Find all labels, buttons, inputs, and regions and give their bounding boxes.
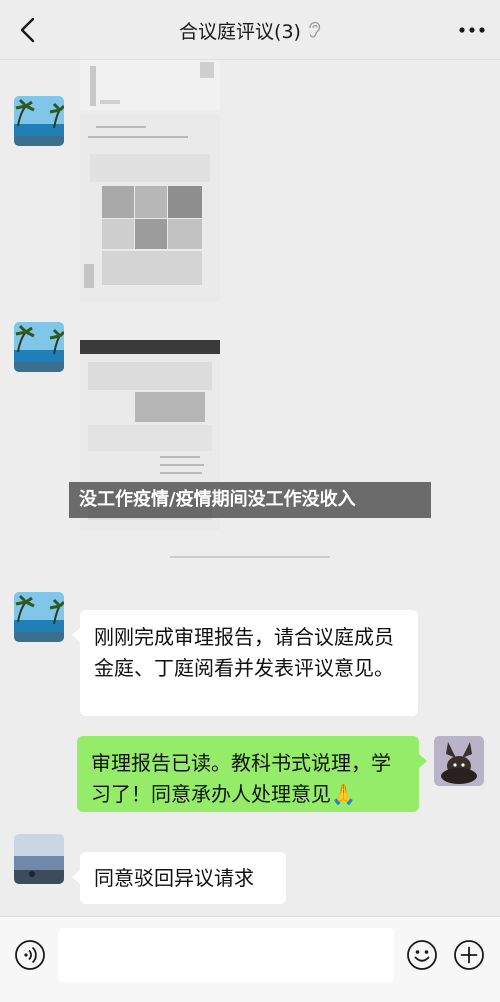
- ellipsis-icon: [459, 27, 485, 33]
- more-actions-button[interactable]: [453, 939, 485, 971]
- more-button[interactable]: [458, 22, 486, 38]
- beach-avatar-image: [14, 96, 64, 146]
- overlay-caption: 没工作疫情/疫情期间没工作没收入: [69, 482, 431, 518]
- emoji-button[interactable]: [406, 939, 438, 971]
- message-bubble-received[interactable]: 刚刚完成审理报告，请合议庭成员金庭、丁庭阅看并发表评议意见。: [72, 610, 418, 716]
- bubble-tail: [72, 870, 80, 884]
- image-message-partial[interactable]: [80, 60, 220, 110]
- beach-avatar-image: [14, 592, 64, 642]
- message-text: 同意驳回异议请求: [94, 866, 254, 890]
- chat-title-wrap: 合议庭评议(3): [0, 17, 500, 44]
- message-bubble-sent[interactable]: 审理报告已读。教科书式说理，学习了！同意承办人处理意见🙏: [77, 736, 427, 812]
- sender-avatar[interactable]: [14, 592, 64, 642]
- sender-avatar[interactable]: [14, 834, 64, 884]
- bubble-tail: [72, 628, 80, 642]
- message-input[interactable]: [58, 928, 394, 982]
- image-message-partial[interactable]: [150, 548, 350, 566]
- message-bubble-received[interactable]: 同意驳回异议请求: [72, 852, 286, 904]
- image-message[interactable]: [80, 114, 220, 302]
- ear-icon: [307, 21, 321, 44]
- smile-icon: [407, 940, 437, 970]
- voice-icon: [15, 940, 45, 970]
- pray-emoji-icon: 🙏: [331, 782, 356, 806]
- rabbit-avatar-image: [434, 736, 484, 786]
- sunset-avatar-image: [14, 834, 64, 884]
- sender-avatar[interactable]: [14, 322, 64, 372]
- chat-header: 合议庭评议(3): [0, 0, 500, 60]
- sender-avatar[interactable]: [14, 96, 64, 146]
- beach-avatar-image: [14, 322, 64, 372]
- chat-title: 合议庭评议(3): [179, 21, 301, 43]
- bubble-tail: [419, 754, 427, 768]
- voice-button[interactable]: [14, 939, 46, 971]
- input-bar: [0, 916, 500, 1002]
- plus-circle-icon: [454, 940, 484, 970]
- own-avatar[interactable]: [434, 736, 484, 786]
- message-text: 刚刚完成审理报告，请合议庭成员金庭、丁庭阅看并发表评议意见。: [94, 625, 394, 680]
